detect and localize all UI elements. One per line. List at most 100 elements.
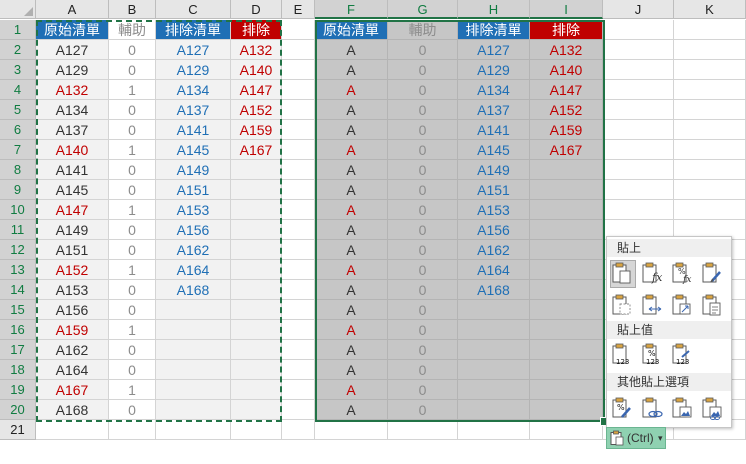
column-header-k[interactable]: K xyxy=(674,0,746,19)
cell-d20[interactable] xyxy=(231,400,282,420)
row-header-13[interactable]: 13 xyxy=(0,260,36,280)
cell-a2[interactable]: A127 xyxy=(36,40,109,60)
cell-f7[interactable]: A xyxy=(315,140,388,160)
column-header-g[interactable]: G xyxy=(388,0,458,19)
cell-c19[interactable] xyxy=(156,380,231,400)
cell-k3[interactable] xyxy=(674,60,746,80)
cell-e4[interactable] xyxy=(282,80,315,100)
cell-h13[interactable]: A164 xyxy=(458,260,530,280)
cell-d5[interactable]: A152 xyxy=(231,100,282,120)
cell-b13[interactable]: 1 xyxy=(109,260,156,280)
cell-c9[interactable]: A151 xyxy=(156,180,231,200)
cell-a20[interactable]: A168 xyxy=(36,400,109,420)
cell-c6[interactable]: A141 xyxy=(156,120,231,140)
paste-values-icon[interactable]: 123 xyxy=(611,342,635,368)
cell-f4[interactable]: A xyxy=(315,80,388,100)
cell-f15[interactable]: A xyxy=(315,300,388,320)
cell-k4[interactable] xyxy=(674,80,746,100)
cell-e18[interactable] xyxy=(282,360,315,380)
cell-c15[interactable] xyxy=(156,300,231,320)
cell-e14[interactable] xyxy=(282,280,315,300)
cell-f17[interactable]: A xyxy=(315,340,388,360)
cell-c20[interactable] xyxy=(156,400,231,420)
cell-k6[interactable] xyxy=(674,120,746,140)
cell-d21[interactable] xyxy=(231,420,282,440)
cell-a13[interactable]: A152 xyxy=(36,260,109,280)
cell-f21[interactable] xyxy=(315,420,388,440)
column-header-b[interactable]: B xyxy=(109,0,156,19)
cell-g4[interactable]: 0 xyxy=(388,80,458,100)
paste-keep-column-widths-icon[interactable] xyxy=(641,293,665,319)
cell-d13[interactable] xyxy=(231,260,282,280)
column-header-j[interactable]: J xyxy=(603,0,674,19)
cell-f13[interactable]: A xyxy=(315,260,388,280)
cell-i7[interactable]: A167 xyxy=(530,140,603,160)
cell-d17[interactable] xyxy=(231,340,282,360)
cell-a16[interactable]: A159 xyxy=(36,320,109,340)
cell-i8[interactable] xyxy=(530,160,603,180)
paste-formulas-icon[interactable]: fx xyxy=(641,261,665,287)
cell-g3[interactable]: 0 xyxy=(388,60,458,80)
cell-h16[interactable] xyxy=(458,320,530,340)
cell-g1[interactable]: 輔助 xyxy=(388,20,458,40)
column-header-e[interactable]: E xyxy=(282,0,315,19)
column-header-c[interactable]: C xyxy=(156,0,231,19)
cell-c12[interactable]: A162 xyxy=(156,240,231,260)
column-header-d[interactable]: D xyxy=(231,0,282,19)
cell-f6[interactable]: A xyxy=(315,120,388,140)
cell-e21[interactable] xyxy=(282,420,315,440)
cell-a9[interactable]: A145 xyxy=(36,180,109,200)
cell-e17[interactable] xyxy=(282,340,315,360)
cell-f12[interactable]: A xyxy=(315,240,388,260)
cell-b3[interactable]: 0 xyxy=(109,60,156,80)
cell-c2[interactable]: A127 xyxy=(156,40,231,60)
cell-c17[interactable] xyxy=(156,340,231,360)
cell-g8[interactable]: 0 xyxy=(388,160,458,180)
cell-b19[interactable]: 1 xyxy=(109,380,156,400)
cell-f2[interactable]: A xyxy=(315,40,388,60)
cell-i14[interactable] xyxy=(530,280,603,300)
cell-a18[interactable]: A164 xyxy=(36,360,109,380)
row-header-8[interactable]: 8 xyxy=(0,160,36,180)
cell-h5[interactable]: A137 xyxy=(458,100,530,120)
cell-d6[interactable]: A159 xyxy=(231,120,282,140)
cell-a10[interactable]: A147 xyxy=(36,200,109,220)
cell-d8[interactable] xyxy=(231,160,282,180)
cell-b5[interactable]: 0 xyxy=(109,100,156,120)
cell-g21[interactable] xyxy=(388,420,458,440)
cell-g12[interactable]: 0 xyxy=(388,240,458,260)
row-header-20[interactable]: 20 xyxy=(0,400,36,420)
cell-c7[interactable]: A145 xyxy=(156,140,231,160)
cell-a15[interactable]: A156 xyxy=(36,300,109,320)
cell-i11[interactable] xyxy=(530,220,603,240)
row-header-18[interactable]: 18 xyxy=(0,360,36,380)
cell-b8[interactable]: 0 xyxy=(109,160,156,180)
cell-c21[interactable] xyxy=(156,420,231,440)
cell-h18[interactable] xyxy=(458,360,530,380)
cell-k8[interactable] xyxy=(674,160,746,180)
cell-a3[interactable]: A129 xyxy=(36,60,109,80)
cell-e16[interactable] xyxy=(282,320,315,340)
cell-a14[interactable]: A153 xyxy=(36,280,109,300)
row-header-9[interactable]: 9 xyxy=(0,180,36,200)
cell-f5[interactable]: A xyxy=(315,100,388,120)
cell-a6[interactable]: A137 xyxy=(36,120,109,140)
cell-h9[interactable]: A151 xyxy=(458,180,530,200)
cell-j4[interactable] xyxy=(603,80,674,100)
cell-f8[interactable]: A xyxy=(315,160,388,180)
cell-d10[interactable] xyxy=(231,200,282,220)
cell-a12[interactable]: A151 xyxy=(36,240,109,260)
cell-a21[interactable] xyxy=(36,420,109,440)
cell-c16[interactable] xyxy=(156,320,231,340)
paste-values-source-format-icon[interactable]: 123 xyxy=(671,342,695,368)
cell-h21[interactable] xyxy=(458,420,530,440)
cell-f9[interactable]: A xyxy=(315,180,388,200)
cell-g5[interactable]: 0 xyxy=(388,100,458,120)
cell-d12[interactable] xyxy=(231,240,282,260)
cell-k9[interactable] xyxy=(674,180,746,200)
cell-d3[interactable]: A140 xyxy=(231,60,282,80)
cell-h14[interactable]: A168 xyxy=(458,280,530,300)
row-header-6[interactable]: 6 xyxy=(0,120,36,140)
cell-k7[interactable] xyxy=(674,140,746,160)
cell-h8[interactable]: A149 xyxy=(458,160,530,180)
